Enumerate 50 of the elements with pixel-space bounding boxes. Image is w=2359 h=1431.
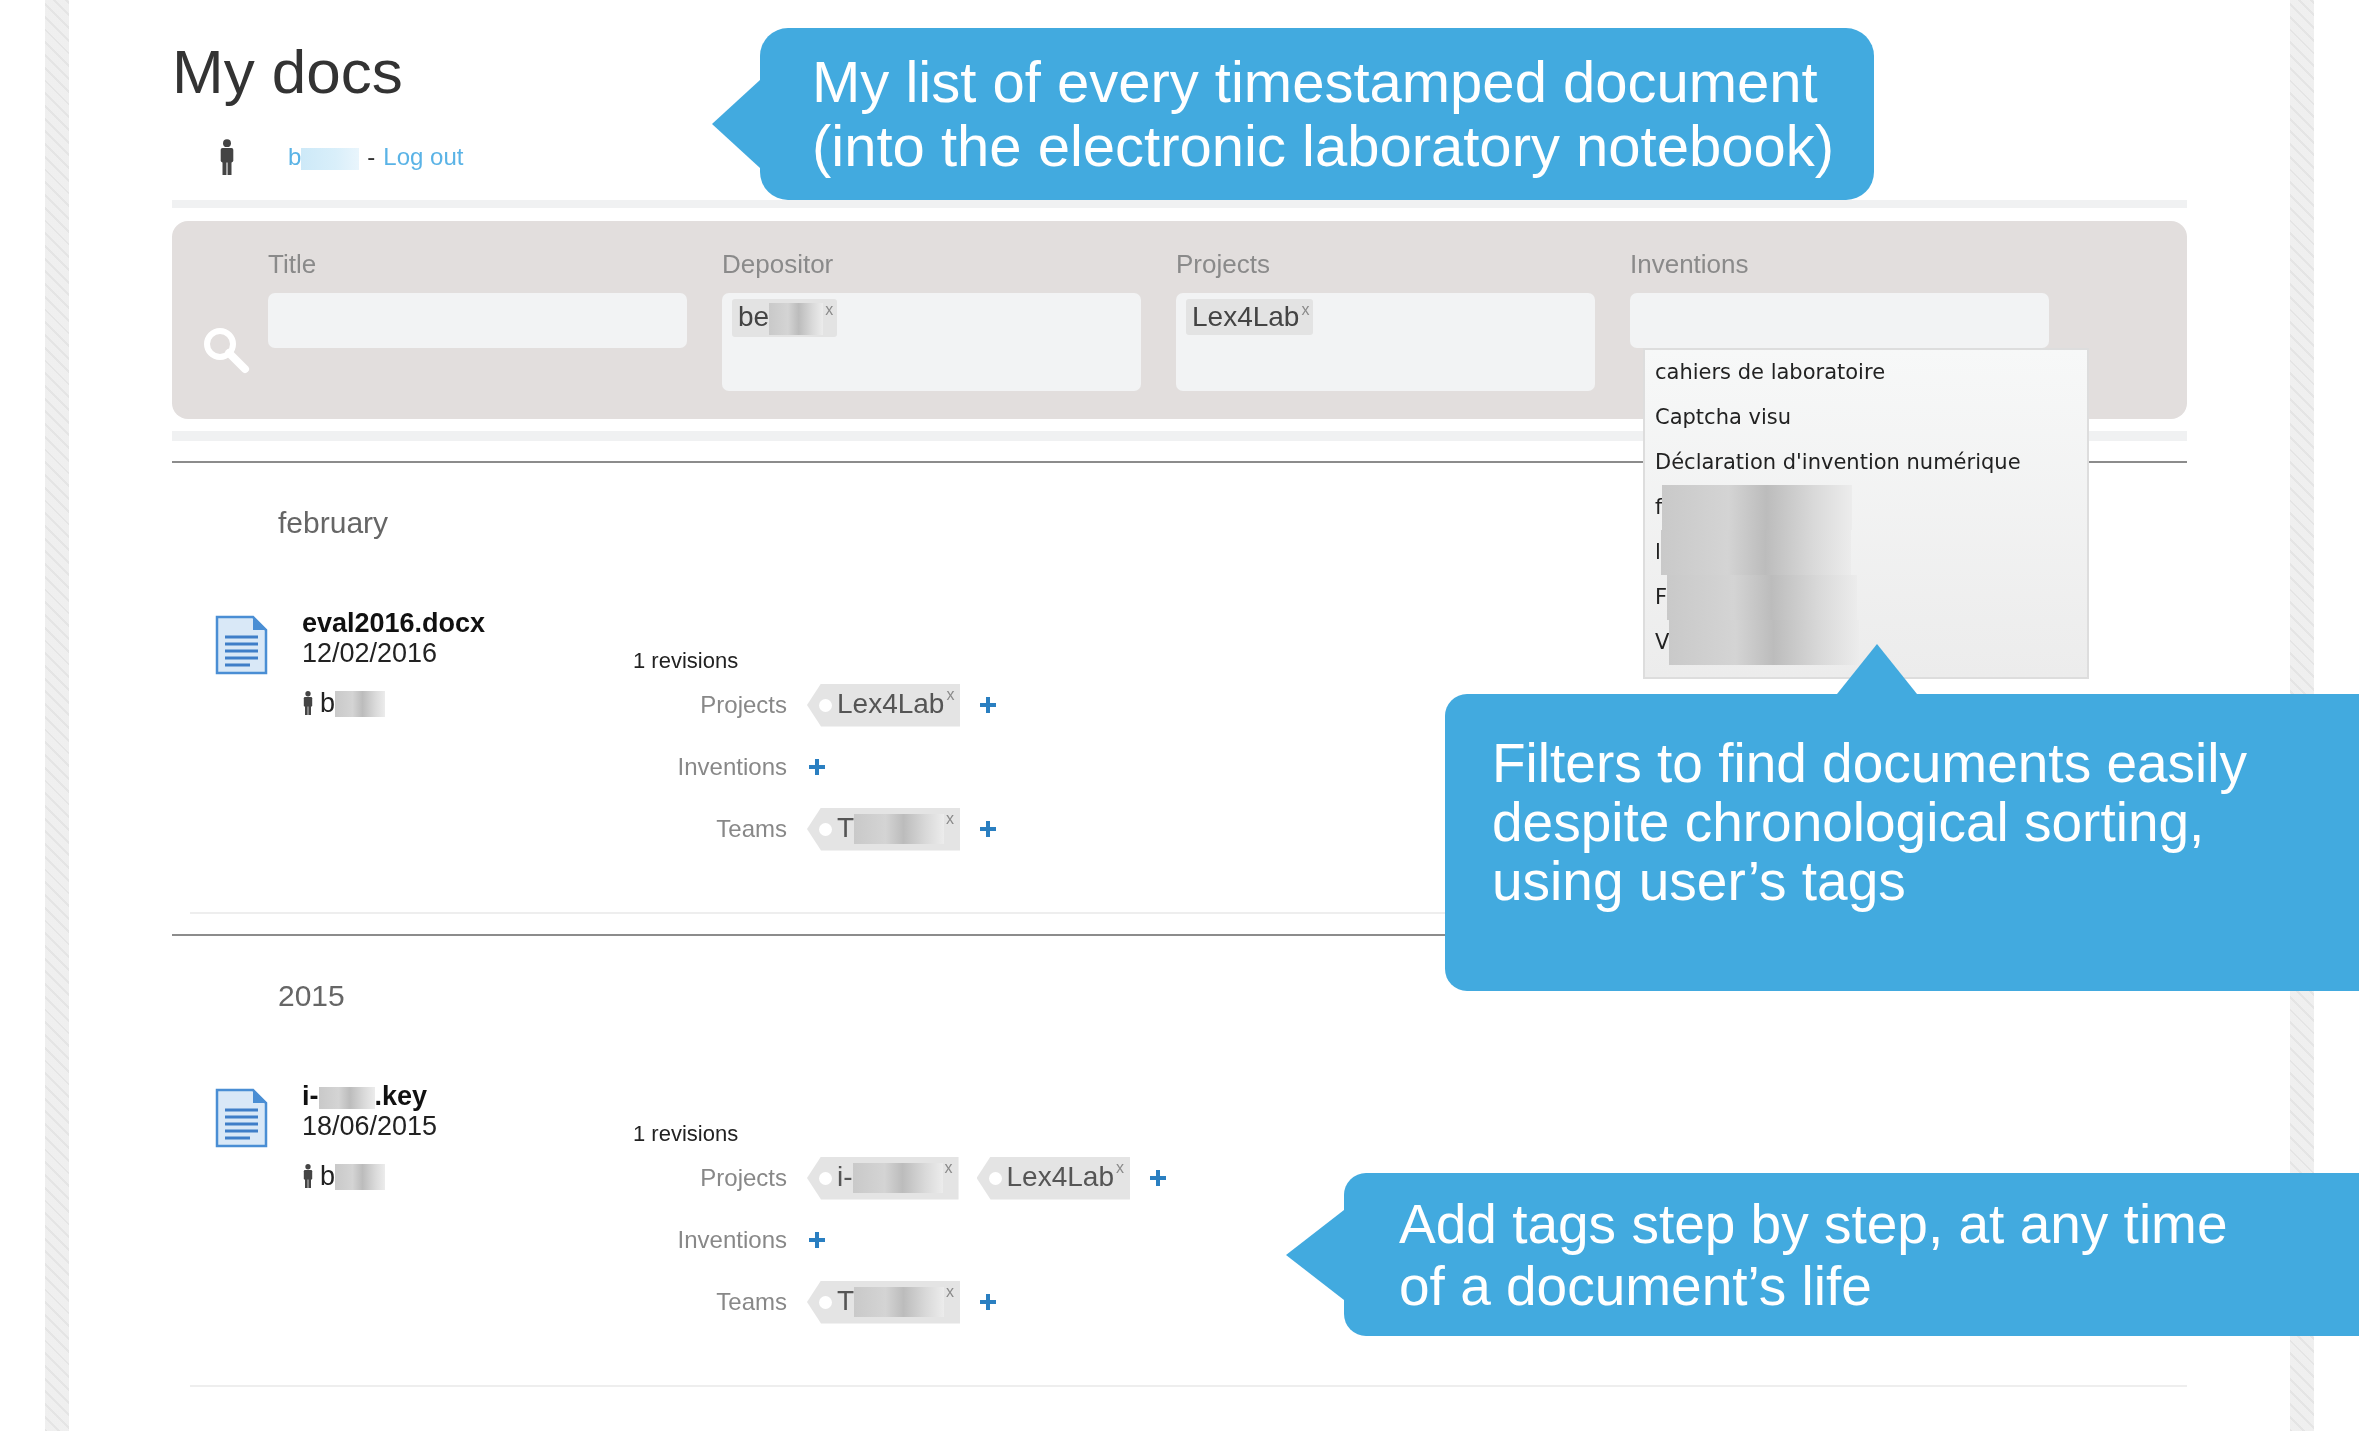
tag[interactable]: be x	[732, 299, 838, 337]
tag-label: Lex4Lab	[1006, 1159, 1114, 1194]
tag-label: Lex4Lab	[837, 686, 945, 721]
person-icon	[218, 138, 236, 176]
filter-label: Projects	[1176, 249, 1271, 279]
menu-item[interactable]: Captcha visu	[1645, 395, 2087, 440]
tag[interactable]: i- x	[807, 1156, 959, 1200]
callout-text: Add tags step by step, at any time of a document’s life	[1399, 1193, 2229, 1317]
tag-label: be	[738, 301, 824, 335]
tag-label: Lex4Lab	[1192, 301, 1300, 333]
filter-label: Depositor	[722, 249, 835, 279]
tag-row-label: Inventions	[676, 1226, 787, 1254]
date: 12/02/2016	[302, 638, 439, 668]
filter-label: Inventions	[1630, 249, 1750, 279]
plus-icon[interactable]	[807, 1230, 827, 1250]
menu-item[interactable]: f	[1645, 485, 2087, 530]
revision-count: 1 revisions	[633, 648, 740, 674]
group-heading: february	[278, 505, 389, 541]
tag-row-label: Teams	[715, 1288, 787, 1316]
date: 18/06/2015	[302, 1111, 439, 1141]
plus-icon[interactable]	[978, 819, 999, 839]
menu-item[interactable]: cahiers de laboratoire	[1645, 350, 2087, 395]
plus-icon[interactable]	[978, 695, 999, 715]
tag-row-label: Inventions	[676, 753, 787, 781]
menu-item[interactable]: Déclaration d'invention numérique	[1645, 440, 2087, 485]
filter-label: Title	[268, 249, 318, 279]
callout-text: My list of every timestamped document (into the electronic laboratory notebook)	[812, 50, 1835, 178]
menu-item[interactable]: l	[1645, 530, 2087, 575]
document-icon	[215, 615, 268, 675]
separator: -	[367, 143, 376, 171]
plus-icon[interactable]	[1148, 1168, 1168, 1188]
person-icon	[302, 1163, 314, 1189]
page-title: My docs	[172, 38, 403, 106]
revision-count: 1 revisions	[633, 1121, 740, 1147]
plus-icon[interactable]	[807, 757, 827, 777]
file-name[interactable]: eval2016.docx	[302, 608, 633, 638]
menu-item[interactable]: V	[1645, 620, 2087, 665]
file-name[interactable]: i- .key	[302, 1081, 633, 1111]
callout-text: Filters to find documents easily despite chronological sorting, using user’s tags	[1492, 734, 2249, 911]
tag-row-label: Teams	[715, 815, 787, 843]
group-heading: 2015	[278, 978, 345, 1014]
tag-row-label: Projects	[699, 1164, 787, 1192]
tag[interactable]: T x	[807, 1280, 961, 1324]
tag-row-label: Projects	[699, 691, 787, 719]
document-icon	[215, 1088, 268, 1148]
menu-item[interactable]: F	[1645, 575, 2087, 620]
tag[interactable]: T x	[807, 807, 961, 851]
tag-input-field[interactable]: be x	[722, 293, 1141, 391]
plus-icon[interactable]	[978, 1292, 999, 1312]
person-icon	[302, 690, 314, 716]
